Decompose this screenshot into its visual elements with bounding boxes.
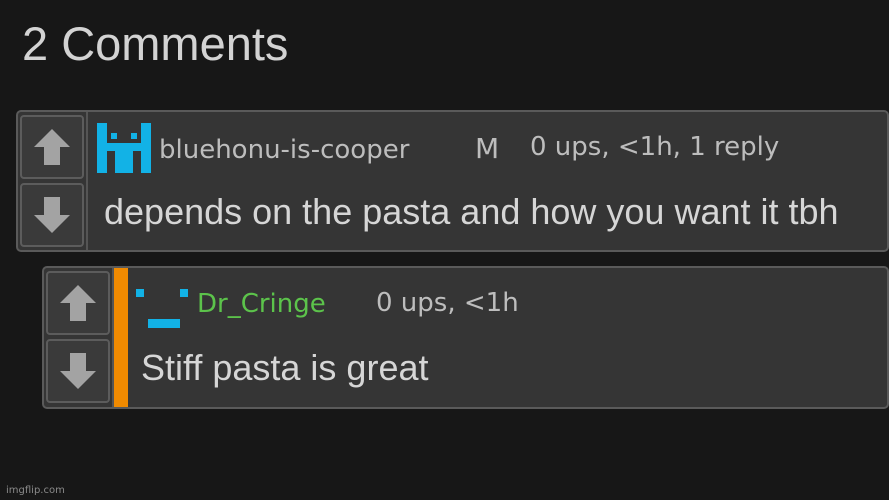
upvote-button[interactable] [20,115,84,179]
arrow-up-icon [34,129,70,165]
username-link[interactable]: bluehonu-is-cooper [159,137,409,163]
upvote-button[interactable] [46,271,110,335]
reply-comment: Dr_Cringe 0 ups, <1h Stiff pasta is grea… [42,266,889,409]
watermark: imgflip.com [6,485,65,496]
comment-text: depends on the pasta and how you want it… [104,191,839,232]
comments-count-heading: 2 Comments [22,17,289,70]
user-badge: M [475,132,500,165]
arrow-down-icon [34,197,70,233]
username-link[interactable]: Dr_Cringe [197,291,326,317]
vote-column [44,268,114,407]
avatar-icon[interactable] [136,287,190,331]
downvote-button[interactable] [46,339,110,403]
comment-meta: 0 ups, <1h, 1 reply [530,132,780,162]
reply-indicator-bar [114,268,128,407]
arrow-down-icon [60,353,96,389]
avatar-icon[interactable] [97,121,151,175]
comment-meta: 0 ups, <1h [376,288,519,318]
vote-column [18,112,88,250]
arrow-up-icon [60,285,96,321]
comment-text: Stiff pasta is great [141,347,429,388]
comment: bluehonu-is-cooper M 0 ups, <1h, 1 reply… [16,110,889,252]
downvote-button[interactable] [20,183,84,247]
